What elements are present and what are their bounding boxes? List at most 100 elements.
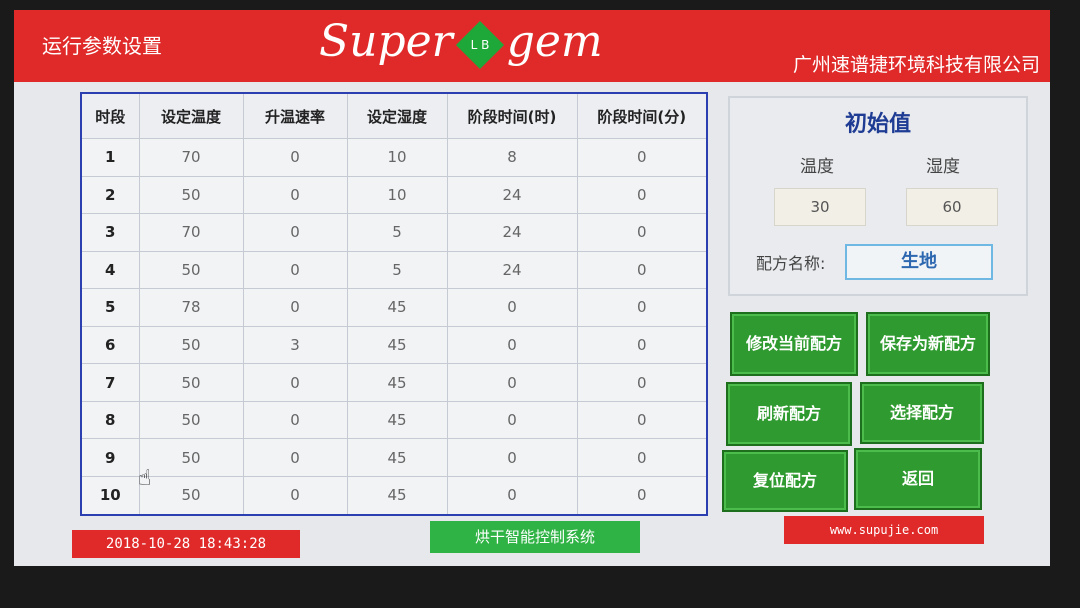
- heat-rate-cell[interactable]: 0: [242, 400, 348, 440]
- recipe-name-label: 配方名称:: [756, 254, 826, 273]
- header-stage-hours: 阶段时间(时): [446, 92, 578, 139]
- set-humidity-cell[interactable]: 10: [346, 175, 448, 215]
- set-temp-cell[interactable]: 70: [138, 138, 244, 177]
- stage-hours-cell[interactable]: 24: [446, 175, 578, 215]
- set-humidity-cell[interactable]: 45: [346, 475, 448, 516]
- stage-hours-cell[interactable]: 24: [446, 213, 578, 252]
- period-cell: 7: [80, 363, 140, 402]
- stage-minutes-cell[interactable]: 0: [576, 250, 708, 290]
- heat-rate-cell[interactable]: 0: [242, 175, 348, 215]
- initial-values-panel: 初始值 温度 湿度 30 60 配方名称: 生地: [728, 96, 1028, 296]
- set-humidity-cell[interactable]: 5: [346, 250, 448, 290]
- header-set-temp: 设定温度: [138, 92, 244, 139]
- stage-hours-cell[interactable]: 0: [446, 438, 578, 477]
- panel-title: 初始值: [844, 112, 911, 137]
- table-row: 4 50 0 5 24 0: [80, 250, 708, 290]
- reset-recipe-button[interactable]: 复位配方: [722, 450, 848, 512]
- stage-hours-cell[interactable]: 0: [446, 363, 578, 402]
- period-cell: 5: [80, 288, 140, 327]
- set-humidity-cell[interactable]: 5: [346, 213, 448, 252]
- set-temp-cell[interactable]: 70: [138, 213, 244, 252]
- table-row: 2 50 0 10 24 0: [80, 175, 708, 215]
- header-period: 时段: [80, 92, 140, 139]
- website-label: www.supujie.com: [784, 516, 984, 544]
- table-row: 1 70 0 10 8 0: [80, 138, 708, 177]
- stage-hours-cell[interactable]: 0: [446, 288, 578, 327]
- hand-pointer-icon: ☝: [138, 466, 152, 491]
- set-humidity-cell[interactable]: 45: [346, 363, 448, 402]
- heat-rate-cell[interactable]: 0: [242, 438, 348, 477]
- set-temp-cell[interactable]: 50: [138, 438, 244, 477]
- period-cell: 9: [80, 438, 140, 477]
- heat-rate-cell[interactable]: 0: [242, 138, 348, 177]
- set-temp-cell[interactable]: 50: [138, 475, 244, 516]
- heat-rate-cell[interactable]: 3: [242, 325, 348, 365]
- set-humidity-cell[interactable]: 45: [346, 288, 448, 327]
- hmi-screen: 运行参数设置 Super L B gem 广州速谱捷环境科技有限公司 时段 设定温度…: [14, 10, 1050, 566]
- table-row: 10 50 0 45 0 0: [80, 475, 708, 516]
- set-humidity-cell[interactable]: 45: [346, 325, 448, 365]
- header-bar: 运行参数设置 Super L B gem 广州速谱捷环境科技有限公司: [14, 10, 1050, 82]
- save-as-new-recipe-button[interactable]: 保存为新配方: [866, 312, 990, 376]
- stage-hours-cell[interactable]: 0: [446, 475, 578, 516]
- stage-minutes-cell[interactable]: 0: [576, 288, 708, 327]
- stage-hours-cell[interactable]: 24: [446, 250, 578, 290]
- gem-letters: L B: [470, 37, 490, 52]
- page-title: 运行参数设置: [42, 34, 162, 58]
- period-cell: 10: [80, 475, 140, 516]
- period-cell: 1: [80, 138, 140, 177]
- set-humidity-cell[interactable]: 10: [346, 138, 448, 177]
- set-temp-cell[interactable]: 50: [138, 363, 244, 402]
- back-button[interactable]: 返回: [854, 448, 982, 510]
- stage-hours-cell[interactable]: 0: [446, 400, 578, 440]
- header-stage-minutes: 阶段时间(分): [576, 92, 708, 139]
- set-temp-cell[interactable]: 50: [138, 325, 244, 365]
- initial-humidity-field[interactable]: 60: [906, 188, 998, 226]
- recipe-name-field[interactable]: 生地: [845, 244, 993, 280]
- set-temp-cell[interactable]: 50: [138, 175, 244, 215]
- stage-minutes-cell[interactable]: 0: [576, 213, 708, 252]
- stage-minutes-cell[interactable]: 0: [576, 400, 708, 440]
- parameter-table: 时段 设定温度 升温速率 设定湿度 阶段时间(时) 阶段时间(分) 1 70 0…: [80, 92, 708, 516]
- period-cell: 4: [80, 250, 140, 290]
- heat-rate-cell[interactable]: 0: [242, 213, 348, 252]
- heat-rate-cell[interactable]: 0: [242, 363, 348, 402]
- system-name-label: 烘干智能控制系统: [430, 521, 640, 553]
- heat-rate-cell[interactable]: 0: [242, 250, 348, 290]
- brand-text-left: Super: [319, 16, 453, 67]
- gem-icon: L B: [455, 20, 504, 69]
- set-humidity-cell[interactable]: 45: [346, 400, 448, 440]
- stage-minutes-cell[interactable]: 0: [576, 363, 708, 402]
- table-row: 8 50 0 45 0 0: [80, 400, 708, 440]
- heat-rate-cell[interactable]: 0: [242, 288, 348, 327]
- set-humidity-cell[interactable]: 45: [346, 438, 448, 477]
- stage-minutes-cell[interactable]: 0: [576, 438, 708, 477]
- brand-logo: Super L B gem: [319, 16, 603, 69]
- set-temp-cell[interactable]: 50: [138, 400, 244, 440]
- select-recipe-button[interactable]: 选择配方: [860, 382, 984, 444]
- period-cell: 3: [80, 213, 140, 252]
- initial-temperature-field[interactable]: 30: [774, 188, 866, 226]
- stage-minutes-cell[interactable]: 0: [576, 475, 708, 516]
- modify-current-recipe-button[interactable]: 修改当前配方: [730, 312, 858, 376]
- period-cell: 6: [80, 325, 140, 365]
- table-row: 5 78 0 45 0 0: [80, 288, 708, 327]
- refresh-recipe-button[interactable]: 刷新配方: [726, 382, 852, 446]
- stage-minutes-cell[interactable]: 0: [576, 325, 708, 365]
- stage-hours-cell[interactable]: 8: [446, 138, 578, 177]
- table-row: 6 50 3 45 0 0: [80, 325, 708, 365]
- temperature-label: 温度: [800, 157, 834, 177]
- datetime-display: 2018-10-28 18:43:28: [72, 530, 300, 558]
- set-temp-cell[interactable]: 78: [138, 288, 244, 327]
- stage-minutes-cell[interactable]: 0: [576, 138, 708, 177]
- header-heat-rate: 升温速率: [242, 92, 348, 139]
- header-set-humidity: 设定湿度: [346, 92, 448, 139]
- table-row: 3 70 0 5 24 0: [80, 213, 708, 252]
- brand-text-right: gem: [506, 16, 603, 67]
- heat-rate-cell[interactable]: 0: [242, 475, 348, 516]
- humidity-label: 湿度: [926, 157, 960, 177]
- table-row: 7 50 0 45 0 0: [80, 363, 708, 402]
- stage-hours-cell[interactable]: 0: [446, 325, 578, 365]
- stage-minutes-cell[interactable]: 0: [576, 175, 708, 215]
- set-temp-cell[interactable]: 50: [138, 250, 244, 290]
